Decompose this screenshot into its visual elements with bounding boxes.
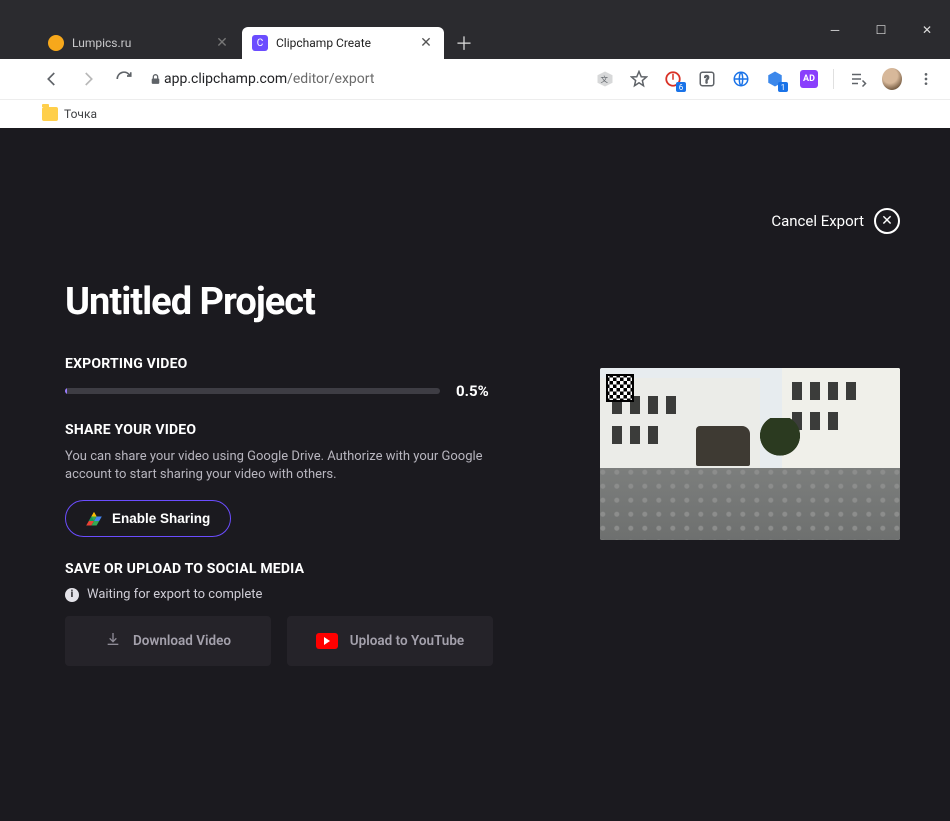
- reading-list-icon[interactable]: [848, 69, 868, 89]
- enable-sharing-button[interactable]: Enable Sharing: [65, 500, 231, 537]
- google-drive-icon: [86, 512, 102, 526]
- bookmarks-bar: Точка: [0, 99, 950, 128]
- share-label: SHARE YOUR VIDEO: [65, 422, 580, 438]
- extension-icon-1[interactable]: 6: [663, 69, 683, 89]
- action-buttons: Download Video Upload to YouTube: [65, 616, 580, 666]
- waiting-row: i Waiting for export to complete: [65, 587, 580, 602]
- browser-titlebar: Lumpics.ru ✕ C Clipchamp Create ✕ ＋ ─ ☐ …: [0, 0, 950, 59]
- progress-percent: 0.5%: [456, 382, 489, 400]
- tab-favicon-clipchamp: C: [252, 35, 268, 51]
- lock-icon: [146, 72, 164, 86]
- tab-title: Lumpics.ru: [72, 36, 214, 50]
- cancel-export[interactable]: Cancel Export ✕: [771, 208, 900, 234]
- svg-text:文: 文: [601, 74, 609, 84]
- toolbar-right: 文 6 ? 1 AD: [595, 69, 942, 89]
- divider: [833, 69, 834, 89]
- upload-youtube-button[interactable]: Upload to YouTube: [287, 616, 493, 666]
- extension-icon-ad[interactable]: AD: [799, 69, 819, 89]
- bookmark-star-icon[interactable]: [629, 69, 649, 89]
- window-controls: ─ ☐ ✕: [812, 0, 950, 59]
- tab-close-icon[interactable]: ✕: [418, 35, 434, 51]
- progress-row: 0.5%: [65, 382, 580, 400]
- tab-title: Clipchamp Create: [276, 36, 418, 50]
- menu-dots-icon[interactable]: [916, 69, 936, 89]
- app-content: Cancel Export ✕ Untitled Project EXPORTI…: [0, 128, 950, 821]
- forward-button[interactable]: [74, 65, 102, 93]
- export-panel: Untitled Project EXPORTING VIDEO 0.5% SH…: [65, 280, 580, 666]
- tab-favicon-lumpics: [48, 35, 64, 51]
- url-path: /editor/export: [287, 71, 374, 87]
- url-host: app.clipchamp.com: [164, 71, 287, 87]
- progress-fill: [65, 388, 67, 394]
- address-bar: app.clipchamp.com/editor/export 文 6 ? 1 …: [0, 59, 950, 99]
- download-video-label: Download Video: [133, 633, 231, 649]
- url-text: app.clipchamp.com/editor/export: [164, 71, 374, 87]
- youtube-icon: [316, 633, 338, 649]
- save-upload-label: SAVE OR UPLOAD TO SOCIAL MEDIA: [65, 561, 580, 577]
- extension-icon-cube[interactable]: 1: [765, 69, 785, 89]
- upload-youtube-label: Upload to YouTube: [350, 633, 464, 649]
- share-description: You can share your video using Google Dr…: [65, 448, 485, 484]
- waiting-text: Waiting for export to complete: [87, 587, 262, 602]
- url-field[interactable]: app.clipchamp.com/editor/export: [146, 65, 587, 93]
- reload-button[interactable]: [110, 65, 138, 93]
- back-button[interactable]: [38, 65, 66, 93]
- close-window-button[interactable]: ✕: [904, 11, 950, 49]
- badge: 6: [676, 82, 686, 92]
- exporting-label: EXPORTING VIDEO: [65, 356, 580, 372]
- new-tab-button[interactable]: ＋: [450, 29, 478, 57]
- folder-icon: [42, 107, 58, 121]
- tab-lumpics[interactable]: Lumpics.ru ✕: [38, 27, 240, 59]
- download-video-button[interactable]: Download Video: [65, 616, 271, 666]
- svg-text:?: ?: [704, 75, 709, 86]
- qr-overlay-icon: [606, 374, 634, 402]
- download-icon: [105, 631, 121, 651]
- progress-bar: [65, 388, 440, 394]
- close-circle-icon: ✕: [874, 208, 900, 234]
- tab-clipchamp[interactable]: C Clipchamp Create ✕: [242, 27, 444, 59]
- badge: 1: [778, 82, 788, 92]
- project-title: Untitled Project: [65, 280, 580, 324]
- maximize-button[interactable]: ☐: [858, 11, 904, 49]
- bookmark-folder[interactable]: Точка: [42, 107, 97, 121]
- enable-sharing-label: Enable Sharing: [112, 511, 210, 526]
- info-icon: i: [65, 588, 79, 602]
- profile-avatar[interactable]: [882, 69, 902, 89]
- extension-icon-help[interactable]: ?: [697, 69, 717, 89]
- translate-icon[interactable]: 文: [595, 69, 615, 89]
- video-preview: [600, 368, 900, 540]
- tab-close-icon[interactable]: ✕: [214, 35, 230, 51]
- bookmark-label: Точка: [64, 107, 97, 121]
- extension-icon-globe[interactable]: [731, 69, 751, 89]
- minimize-button[interactable]: ─: [812, 11, 858, 49]
- cancel-export-label: Cancel Export: [771, 212, 864, 230]
